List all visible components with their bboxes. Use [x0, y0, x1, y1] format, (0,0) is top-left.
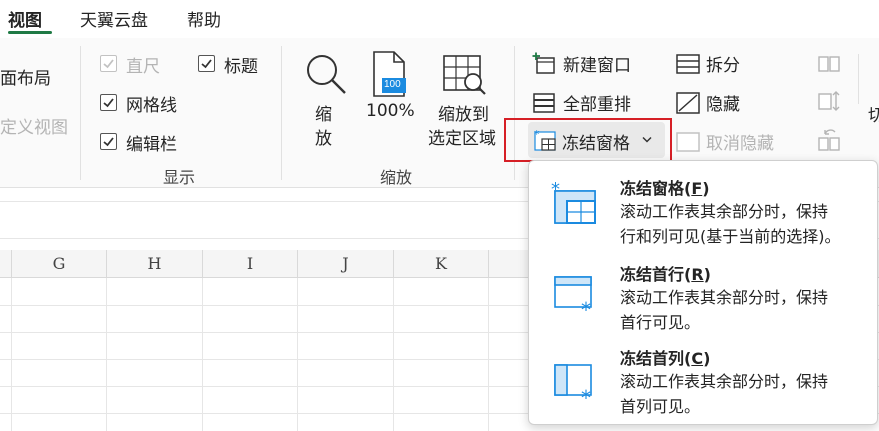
- grid-line: [297, 278, 298, 431]
- svg-text:*: *: [581, 386, 591, 407]
- tab-view[interactable]: 视图: [8, 6, 42, 31]
- show-group-label: 显示: [163, 168, 196, 187]
- menu-item-description-line1: 滚动工作表其余部分时，保持: [620, 372, 829, 391]
- arrange-all-label: 全部重排: [563, 95, 631, 115]
- zoom-label-line1: 缩: [315, 105, 332, 125]
- new-window-label: 新建窗口: [563, 56, 631, 76]
- group-separator: [281, 46, 282, 180]
- headings-label: 标题: [224, 57, 258, 77]
- column-header-partial[interactable]: [0, 250, 12, 278]
- menu-item-description-line2: 首行可见。: [620, 313, 701, 332]
- formula-bar-checkbox[interactable]: [100, 133, 117, 150]
- gridlines-label: 网格线: [126, 96, 177, 116]
- gridlines-checkbox[interactable]: [100, 94, 117, 111]
- zoom-group-label: 缩放: [380, 168, 413, 187]
- menu-item-description-line1: 滚动工作表其余部分时，保持: [620, 288, 829, 307]
- split-icon: [676, 54, 700, 74]
- menu-item-freeze-top-row[interactable]: * 冻结首行(R) 滚动工作表其余部分时，保持 首行可见。: [529, 255, 877, 339]
- new-window-icon: [532, 52, 555, 74]
- ruler-label: 直尺: [126, 57, 160, 77]
- new-window-button[interactable]: 新建窗口: [530, 50, 660, 78]
- arrange-all-button[interactable]: 全部重排: [530, 89, 660, 117]
- split-label: 拆分: [706, 56, 740, 76]
- headings-checkbox[interactable]: [198, 55, 215, 72]
- unhide-button[interactable]: 取消隐藏: [676, 128, 786, 156]
- tab-help[interactable]: 帮助: [187, 6, 221, 31]
- svg-text:*: *: [551, 181, 560, 200]
- zoom-100-label: 100%: [366, 101, 415, 121]
- synchronous-scrolling-icon[interactable]: [817, 90, 841, 112]
- menu-item-freeze-panes[interactable]: * 冻结窗格(F) 滚动工作表其余部分时，保持 行和列可见(基于当前的选择)。: [529, 167, 877, 251]
- zoom-to-selection-button[interactable]: 缩放到 选定区域: [428, 46, 504, 156]
- menu-tab-bar: 视图 天翼云盘 帮助: [0, 0, 879, 38]
- menu-item-title: 冻结首列(C): [620, 349, 711, 368]
- column-header-j[interactable]: J: [298, 250, 394, 278]
- zoom-100-icon-text: 100: [384, 79, 401, 90]
- highlight-box: [504, 118, 672, 162]
- page-layout-view-button[interactable]: 面布局: [0, 64, 51, 89]
- hide-button[interactable]: 隐藏: [676, 89, 766, 117]
- zoom-button[interactable]: 缩 放: [300, 46, 350, 156]
- menu-item-description-line2: 行和列可见(基于当前的选择)。: [620, 227, 841, 246]
- check-icon: [103, 59, 114, 69]
- arrange-all-icon: [533, 93, 555, 113]
- zoom-selection-icon: [443, 55, 486, 95]
- zoom-100-button[interactable]: 100 100%: [362, 46, 418, 126]
- check-icon: [103, 98, 114, 108]
- freeze-panes-menu: * 冻结窗格(F) 滚动工作表其余部分时，保持 行和列可见(基于当前的选择)。 …: [528, 160, 878, 425]
- menu-item-title: 冻结窗格(F): [620, 179, 710, 198]
- page-100-icon: [373, 51, 406, 97]
- column-header-i[interactable]: I: [203, 250, 298, 278]
- svg-text:*: *: [581, 298, 591, 319]
- check-icon: [201, 59, 212, 69]
- check-icon: [103, 137, 114, 147]
- group-separator: [858, 54, 859, 104]
- menu-item-description-line1: 滚动工作表其余部分时，保持: [620, 202, 829, 221]
- menu-item-description-line2: 首列可见。: [620, 397, 701, 416]
- group-separator: [80, 46, 81, 180]
- view-side-by-side-icon[interactable]: [817, 54, 841, 74]
- ruler-checkbox[interactable]: [100, 55, 117, 72]
- split-button[interactable]: 拆分: [676, 50, 766, 78]
- switch-windows-button[interactable]: 切: [868, 101, 879, 126]
- tab-tianyi-cloud[interactable]: 天翼云盘: [80, 6, 148, 31]
- grid-line: [393, 278, 394, 431]
- freeze-first-column-icon: *: [554, 364, 592, 407]
- magnifier-icon: [307, 55, 346, 94]
- zoom-selection-label-line1: 缩放到: [438, 105, 489, 125]
- menu-item-freeze-first-column[interactable]: * 冻结首列(C) 滚动工作表其余部分时，保持 首列可见。: [529, 343, 877, 423]
- freeze-top-row-icon: *: [554, 276, 592, 319]
- unhide-label: 取消隐藏: [706, 134, 774, 154]
- column-header-g[interactable]: G: [12, 250, 107, 278]
- unhide-icon: [676, 132, 700, 152]
- grid-line: [106, 278, 107, 431]
- menu-item-title: 冻结首行(R): [620, 265, 711, 284]
- grid-line: [202, 278, 203, 431]
- zoom-selection-label-line2: 选定区域: [428, 129, 496, 149]
- grid-line: [11, 278, 12, 431]
- reset-window-position-icon[interactable]: [817, 128, 841, 152]
- hide-icon: [676, 92, 700, 114]
- active-tab-indicator: [8, 31, 52, 34]
- column-header-k[interactable]: K: [394, 250, 489, 278]
- column-header-h[interactable]: H: [107, 250, 203, 278]
- hide-label: 隐藏: [706, 95, 740, 115]
- zoom-label-line2: 放: [315, 129, 332, 149]
- freeze-panes-icon: *: [551, 181, 596, 224]
- formula-bar-label: 编辑栏: [126, 135, 177, 155]
- custom-views-button[interactable]: 定义视图: [0, 113, 68, 138]
- grid-line: [488, 278, 489, 431]
